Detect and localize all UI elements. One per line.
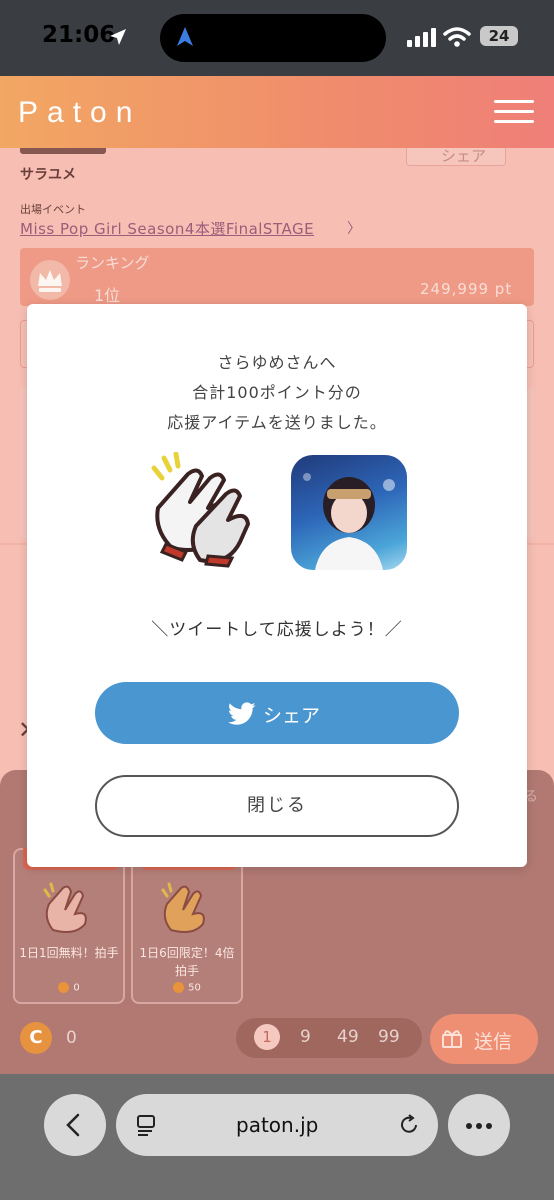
coin-balance: 0 bbox=[66, 1028, 77, 1048]
location-icon bbox=[110, 29, 126, 45]
message-line-2: 合計100ポイント分の bbox=[192, 383, 362, 402]
ranking-label: ランキング bbox=[75, 254, 150, 272]
clapping-hands-icon bbox=[151, 452, 250, 568]
wifi-icon bbox=[443, 27, 471, 47]
reload-icon[interactable] bbox=[398, 1114, 420, 1136]
more-button[interactable] bbox=[448, 1094, 510, 1156]
gold-clapping-hands-icon bbox=[161, 882, 205, 933]
gift-cost: 50 bbox=[133, 982, 241, 994]
quantity-option-49[interactable]: 49 bbox=[337, 1027, 359, 1047]
coin-icon: C bbox=[20, 1022, 52, 1054]
event-link[interactable]: Miss Pop Girl Season4本選FinalSTAGE bbox=[20, 218, 314, 239]
gift-name: 1日1回無料！拍手 bbox=[19, 946, 119, 960]
battery-indicator: 24 bbox=[480, 26, 518, 46]
twitter-share-button[interactable]: シェア bbox=[95, 682, 459, 744]
url-text: paton.jp bbox=[236, 1113, 319, 1137]
gift-item-4x-clap[interactable]: 1日6回限定！4倍拍手 50 bbox=[131, 848, 243, 1004]
crown-icon bbox=[30, 260, 70, 300]
event-label: 出場イベント bbox=[20, 203, 86, 216]
navigation-arrow-icon bbox=[177, 27, 193, 46]
message-line-3: 応援アイテムを送りました。 bbox=[167, 413, 387, 432]
artist-portrait-illustration bbox=[303, 473, 395, 570]
send-button[interactable]: 送信 bbox=[430, 1014, 538, 1064]
paton-logo[interactable]: Paton bbox=[18, 96, 141, 130]
coin-icon bbox=[58, 982, 70, 993]
gift-cost: 0 bbox=[15, 982, 123, 994]
close-button[interactable]: 閉じる bbox=[95, 775, 459, 837]
profile-share-button[interactable]: シェア bbox=[406, 148, 506, 166]
ellipsis-icon bbox=[466, 1123, 492, 1129]
chevron-right-icon: 〉 bbox=[347, 221, 361, 237]
menu-icon[interactable] bbox=[494, 100, 534, 124]
back-button[interactable] bbox=[44, 1094, 106, 1156]
tweet-prompt: ＼ツイートして応援しよう！／ bbox=[151, 620, 403, 640]
chevron-left-icon bbox=[66, 1113, 80, 1137]
rank-value: 1位 bbox=[94, 286, 121, 305]
quantity-option-99[interactable]: 99 bbox=[378, 1027, 400, 1047]
coin-icon bbox=[173, 982, 185, 993]
clapping-hands-icon bbox=[43, 882, 87, 933]
twitter-icon bbox=[228, 702, 256, 725]
quantity-option-1[interactable]: 1 bbox=[254, 1024, 280, 1050]
artist-title-cut bbox=[20, 148, 106, 154]
ranking-points: 249,999 pt bbox=[420, 280, 513, 298]
artist-name: サラユメ bbox=[20, 167, 76, 183]
message-line-1: さらゆめさんへ bbox=[217, 353, 337, 372]
artist-photo bbox=[291, 455, 407, 570]
send-label: 送信 bbox=[474, 1031, 513, 1053]
tabs-icon bbox=[137, 1115, 155, 1136]
clock: 21:06 bbox=[42, 22, 116, 48]
gift-icon bbox=[442, 1030, 462, 1048]
gift-name: 1日6回限定！4倍拍手 bbox=[139, 946, 235, 978]
quantity-option-9[interactable]: 9 bbox=[300, 1027, 311, 1047]
gift-item-free-clap[interactable]: 1日1回無料！拍手 0 bbox=[13, 848, 125, 1004]
cellular-signal-icon bbox=[407, 28, 436, 47]
share-label: シェア bbox=[263, 705, 321, 727]
